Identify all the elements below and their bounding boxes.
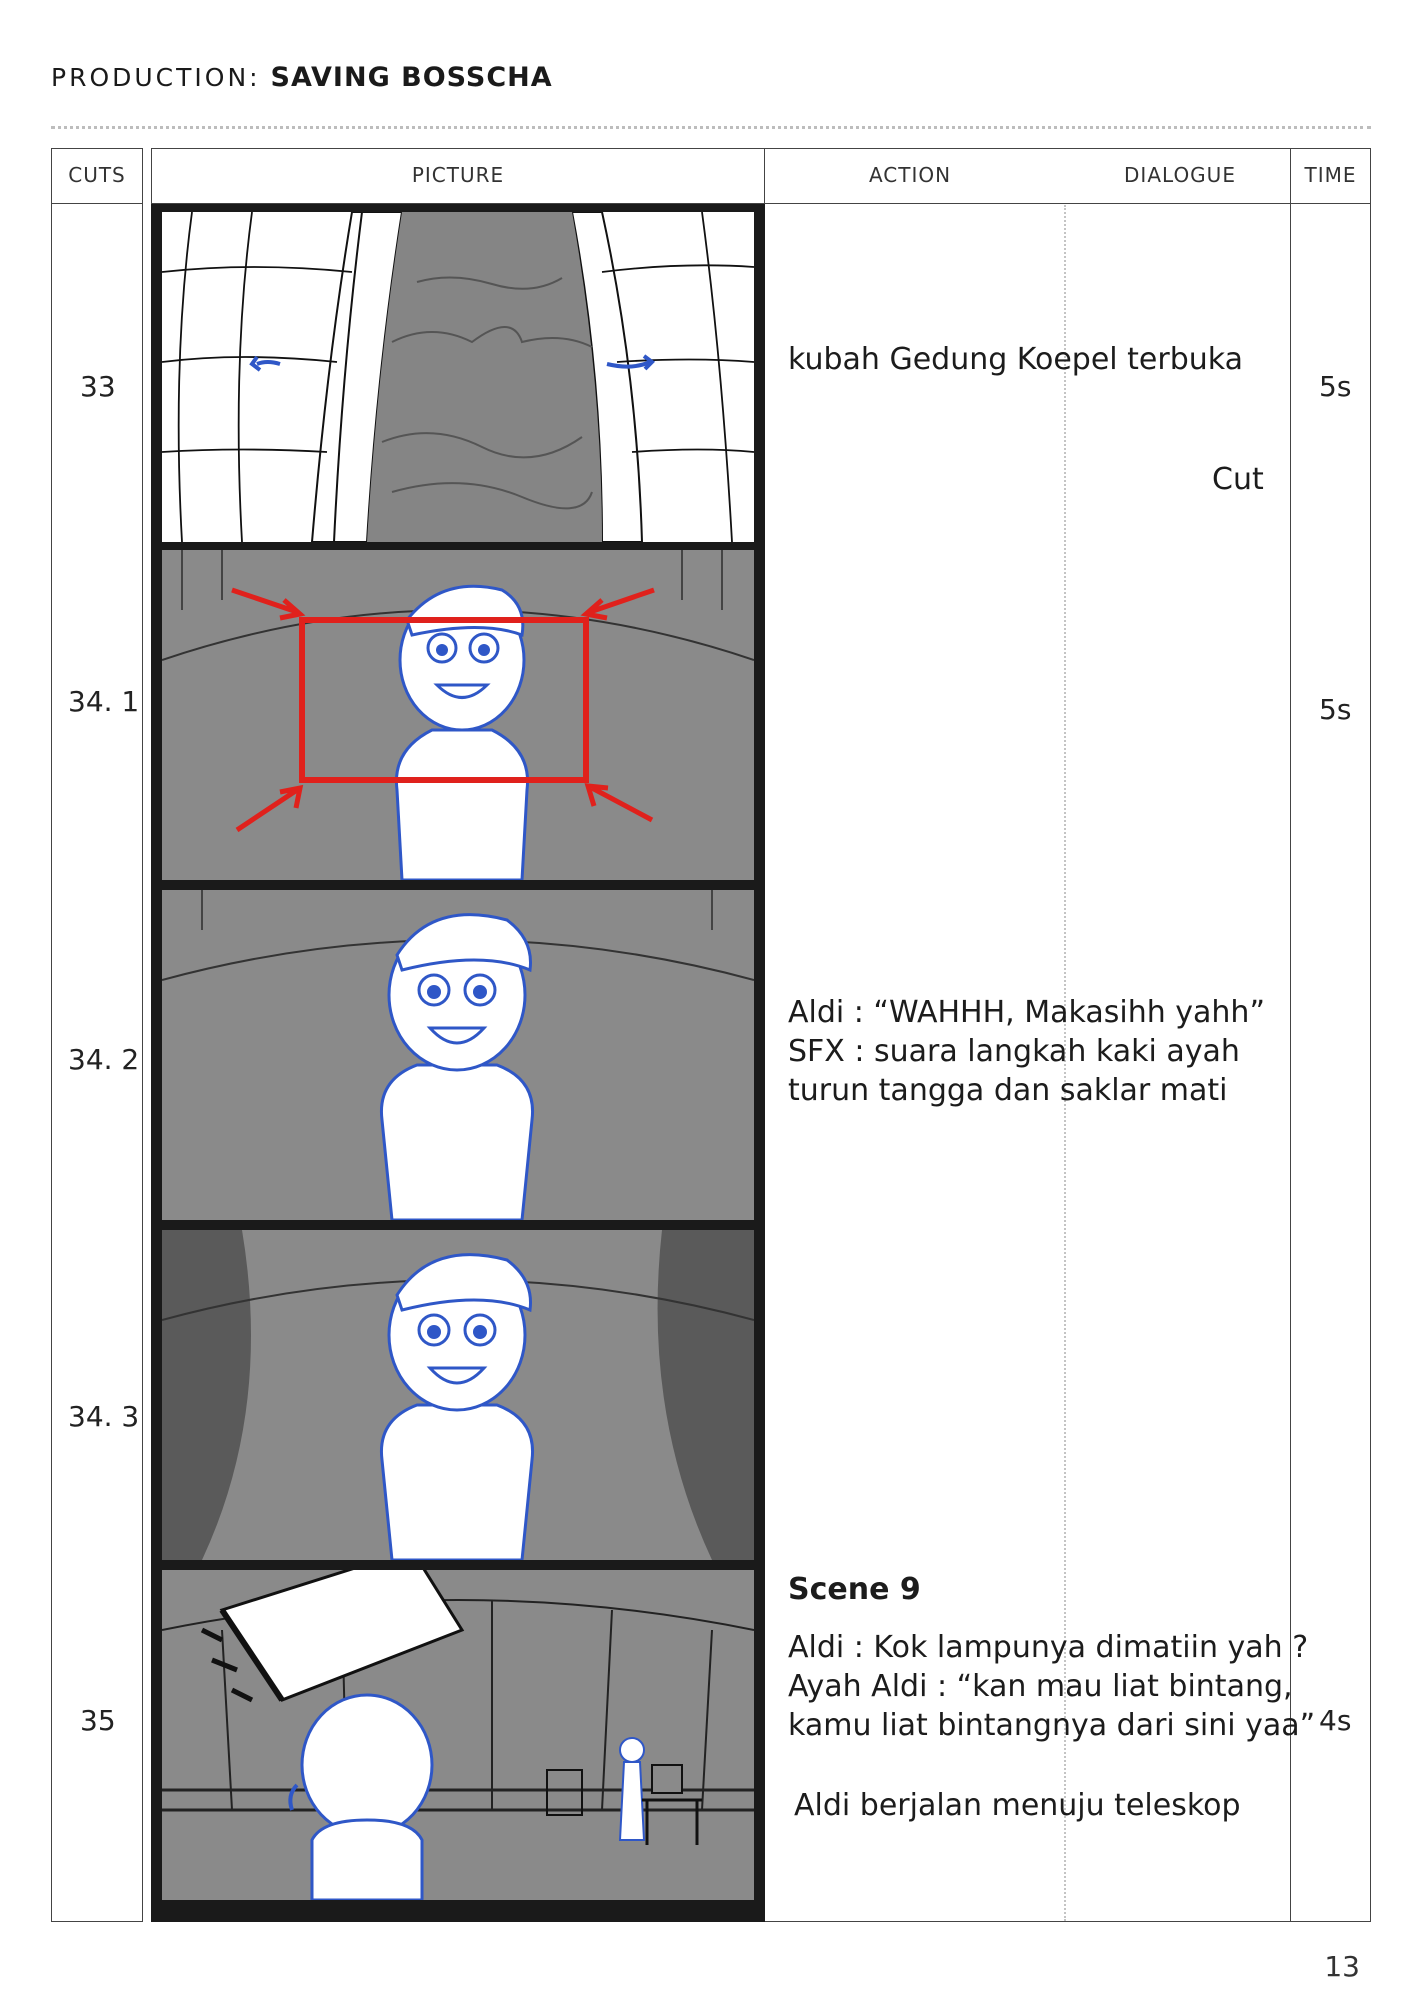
production-title: SAVING BOSSCHA xyxy=(270,62,553,93)
dialogue-text: kamu liat bintangnya dari sini yaa” xyxy=(788,1708,1316,1743)
production-header: PRODUCTION: SAVING BOSSCHA xyxy=(51,62,553,93)
cut-number: 34. 3 xyxy=(68,1400,140,1433)
storyboard-panel-35 xyxy=(162,1570,754,1900)
scene-title: Scene 9 xyxy=(788,1572,921,1607)
picture-column xyxy=(151,204,765,1922)
action-text: kubah Gedung Koepel terbuka xyxy=(788,342,1243,377)
aldi-closeup-sketch xyxy=(162,550,754,880)
sfx-text: SFX : suara langkah kaki ayah xyxy=(788,1034,1240,1069)
time-value: 5s xyxy=(1319,370,1352,403)
cuts-column xyxy=(51,148,143,1922)
cut-number: 35 xyxy=(80,1704,116,1737)
page-number: 13 xyxy=(1324,1950,1360,1983)
dialogue-text: Aldi : Kok lampunya dimatiin yah ? xyxy=(788,1630,1309,1665)
aldi-excited-sketch xyxy=(162,890,754,1220)
observatory-telescope-sketch xyxy=(162,1570,754,1900)
action-text: Aldi berjalan menuju teleskop xyxy=(794,1788,1241,1823)
sfx-text: turun tangga dan saklar mati xyxy=(788,1073,1228,1108)
storyboard-panel-33 xyxy=(162,212,754,542)
cuts-header: CUTS xyxy=(68,163,126,187)
transition-text: Cut xyxy=(1212,462,1264,497)
storyboard-panel-34-1 xyxy=(162,550,754,880)
storyboard-panel-34-2 xyxy=(162,890,754,1220)
dialogue-text: Aldi : “WAHHH, Makasihh yahh” xyxy=(788,995,1265,1030)
time-value: 5s xyxy=(1319,693,1352,726)
time-header: TIME xyxy=(1304,163,1357,187)
cut-number: 34. 1 xyxy=(68,685,140,718)
dialogue-header: DIALOGUE xyxy=(1124,163,1236,187)
cut-number: 34. 2 xyxy=(68,1043,140,1076)
time-value: 4s xyxy=(1319,1704,1352,1737)
production-label: PRODUCTION: xyxy=(51,63,261,92)
cut-number: 33 xyxy=(80,370,116,403)
header-divider xyxy=(51,126,1371,129)
aldi-darkening-sketch xyxy=(162,1230,754,1560)
action-header: ACTION xyxy=(868,163,952,187)
storyboard-panel-34-3 xyxy=(162,1230,754,1560)
dialogue-text: Ayah Aldi : “kan mau liat bintang, xyxy=(788,1669,1293,1704)
dome-opening-sketch xyxy=(162,212,754,542)
picture-header: PICTURE xyxy=(411,163,505,187)
